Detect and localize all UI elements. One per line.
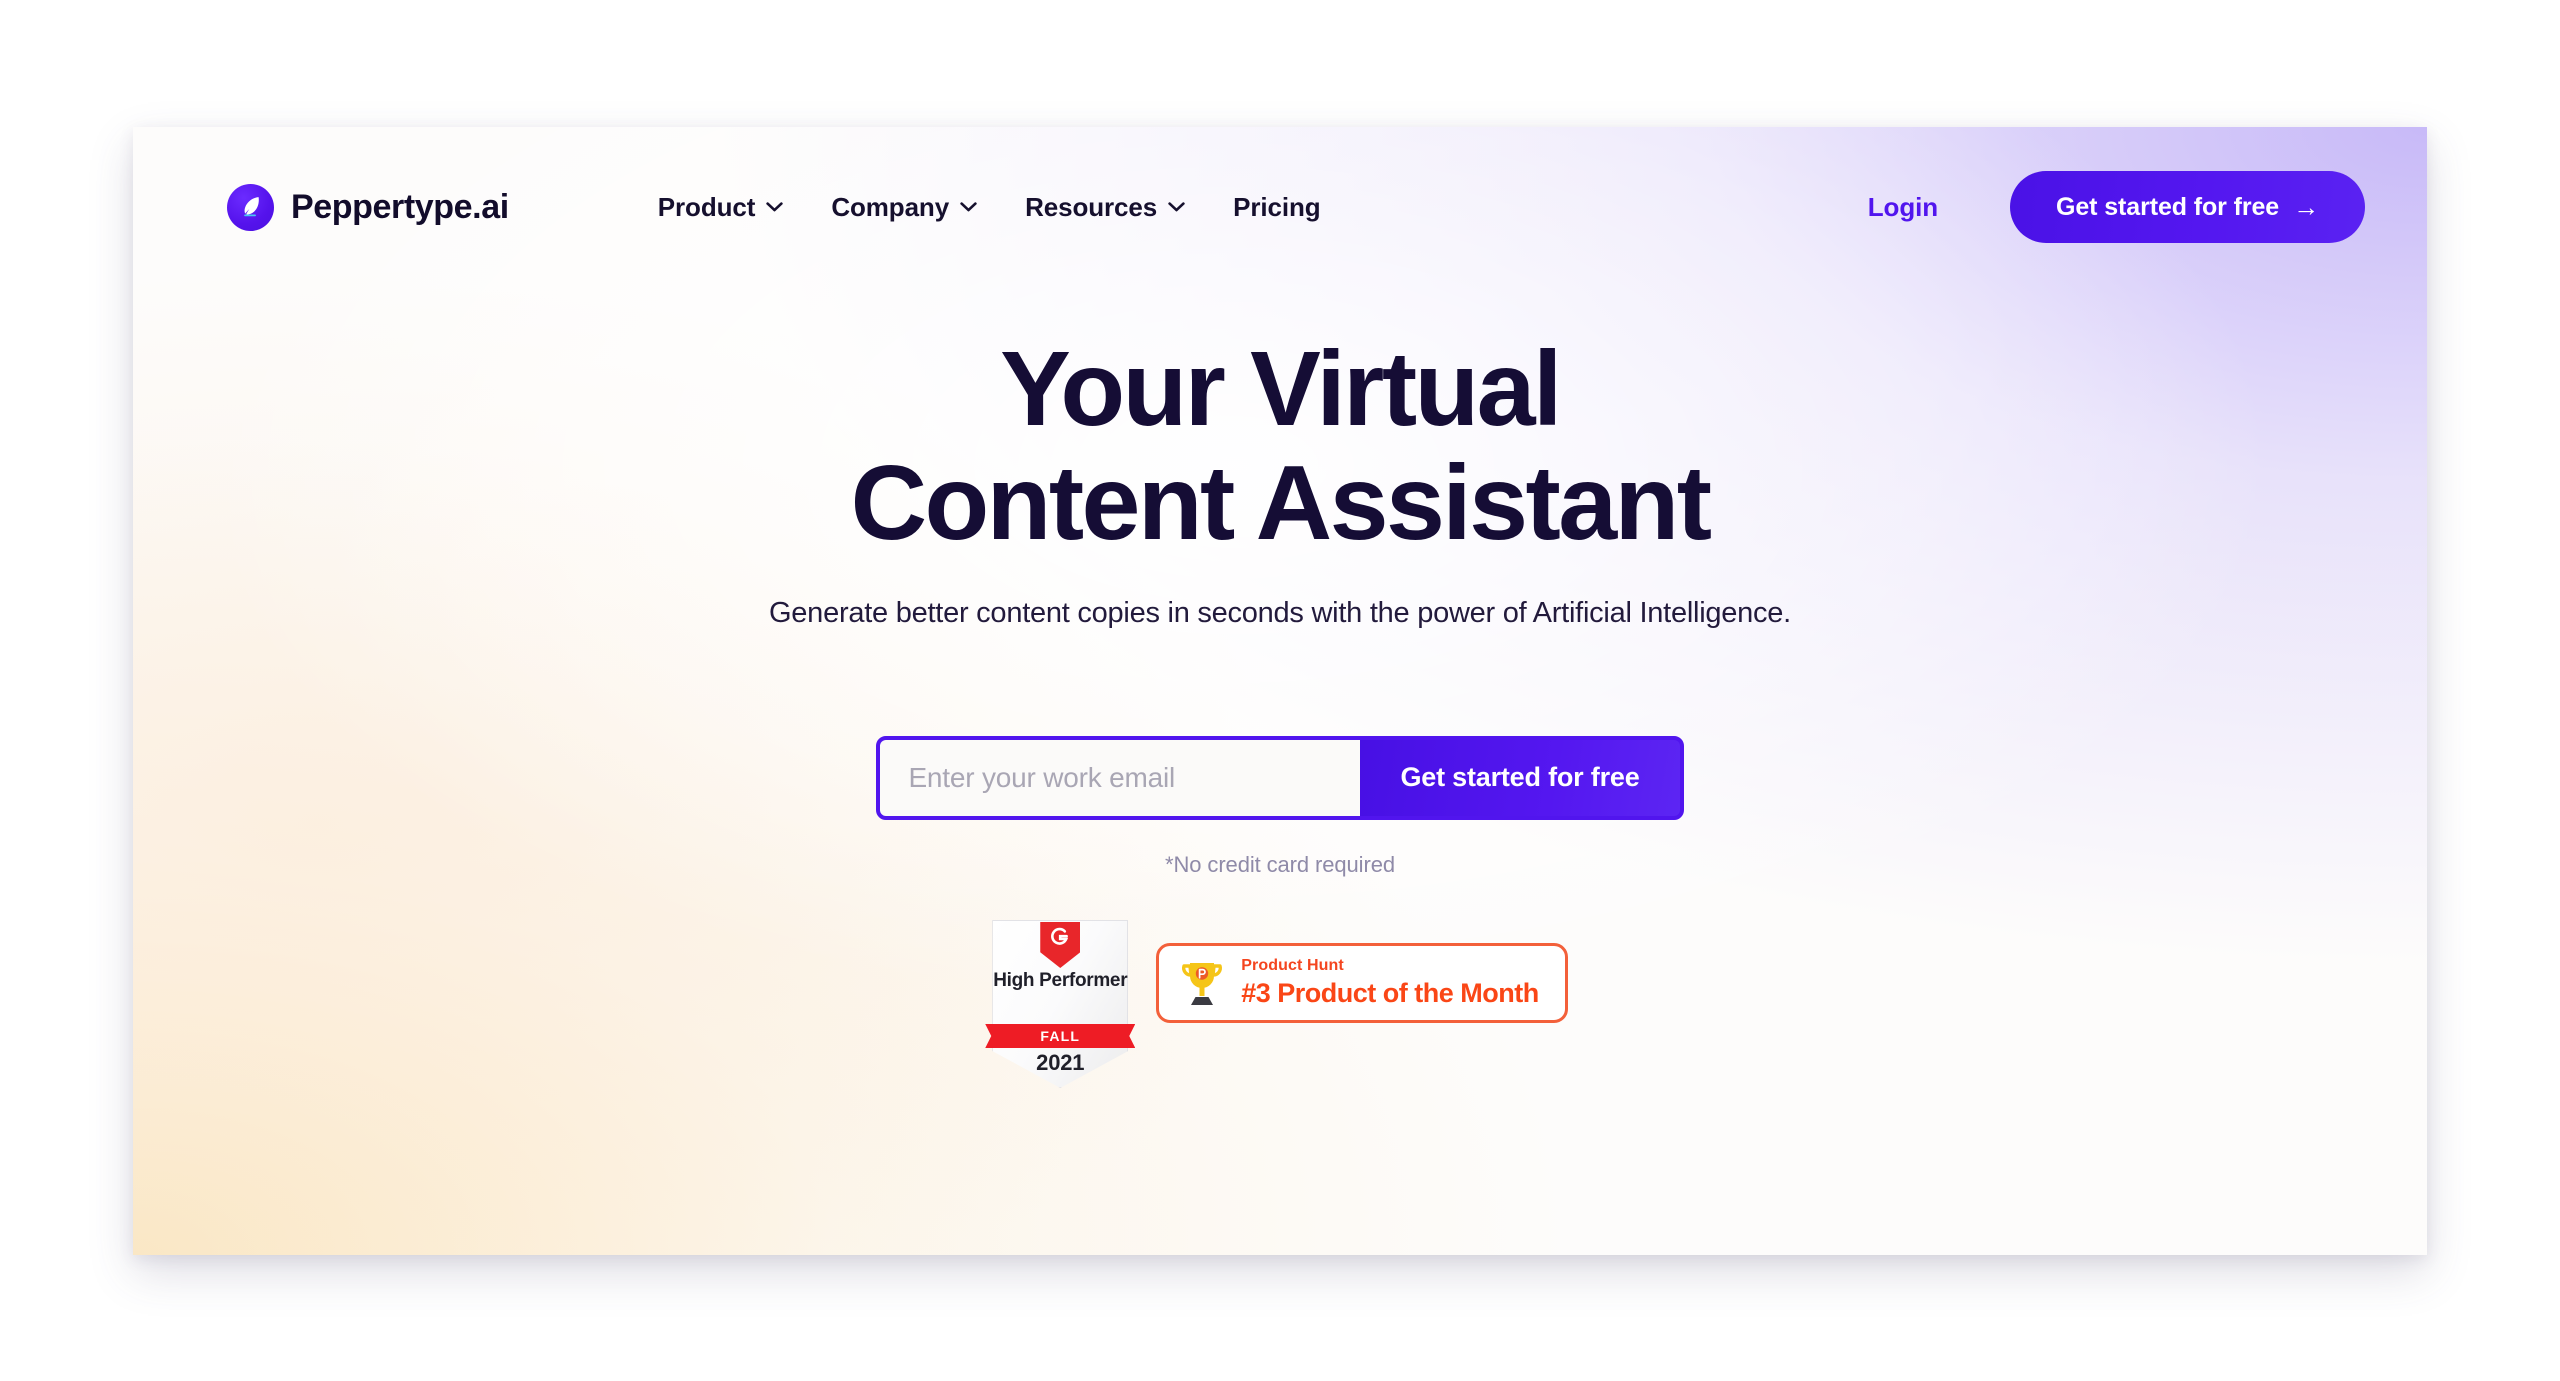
nav-item-company[interactable]: Company [807, 182, 1001, 233]
navbar: Peppertype.ai Product Company Resources … [133, 127, 2427, 287]
navbar-get-started-label: Get started for free [2056, 192, 2280, 221]
chevron-down-icon [1168, 202, 1185, 212]
feather-quill-icon [227, 183, 274, 231]
product-hunt-kicker: Product Hunt [1241, 956, 1344, 974]
website-hero-card: Peppertype.ai Product Company Resources … [133, 127, 2427, 1255]
nav-item-product[interactable]: Product [634, 182, 808, 233]
chevron-down-icon [960, 202, 977, 212]
trophy-icon [1182, 962, 1223, 1005]
nav-links: Product Company Resources Pricing [634, 182, 1345, 233]
g2-season-ribbon: FALL [985, 1023, 1136, 1048]
headline-line-1: Your Virtual [1000, 330, 1562, 448]
chevron-down-icon [766, 202, 784, 212]
g2-season-label: FALL [1040, 1027, 1081, 1044]
arrow-right-icon: → [2293, 192, 2319, 222]
email-field[interactable] [880, 739, 1361, 816]
product-hunt-title: #3 Product of the Month [1241, 977, 1539, 1008]
headline-line-2: Content Assistant [850, 444, 1712, 563]
page-title: Your Virtual Content Assistant [850, 330, 1712, 563]
product-hunt-badge[interactable]: Product Hunt #3 Product of the Month [1156, 942, 1568, 1023]
g2-high-performer-badge[interactable]: High Performer FALL 2021 [985, 919, 1136, 1088]
product-hunt-text: Product Hunt #3 Product of the Month [1241, 956, 1539, 1009]
signup-submit-button[interactable]: Get started for free [1360, 739, 1680, 816]
nav-item-label: Resources [1025, 191, 1158, 222]
navbar-get-started-button[interactable]: Get started for free → [2010, 171, 2365, 243]
nav-item-label: Company [831, 191, 950, 222]
g2-year-label: 2021 [1036, 1049, 1085, 1075]
nav-item-label: Pricing [1233, 191, 1321, 222]
hero-section: Your Virtual Content Assistant Generate … [133, 287, 2427, 1088]
nav-item-resources[interactable]: Resources [1001, 182, 1209, 233]
screenshot-canvas: Peppertype.ai Product Company Resources … [0, 0, 2560, 1381]
brand-logo[interactable]: Peppertype.ai [227, 183, 509, 231]
nav-item-label: Product [657, 191, 756, 222]
nav-item-pricing[interactable]: Pricing [1209, 182, 1344, 233]
award-badges: High Performer FALL 2021 Product Hunt #3… [985, 919, 1568, 1088]
brand-name: Peppertype.ai [291, 187, 509, 226]
g2-badge-title: High Performer [993, 969, 1128, 991]
signup-form: Get started for free [876, 735, 1684, 820]
hero-subtitle: Generate better content copies in second… [769, 596, 1791, 629]
nav-right-group: Login Get started for free → [1848, 171, 2365, 243]
login-link[interactable]: Login [1848, 182, 1958, 233]
no-credit-card-note: *No credit card required [1165, 851, 1395, 877]
